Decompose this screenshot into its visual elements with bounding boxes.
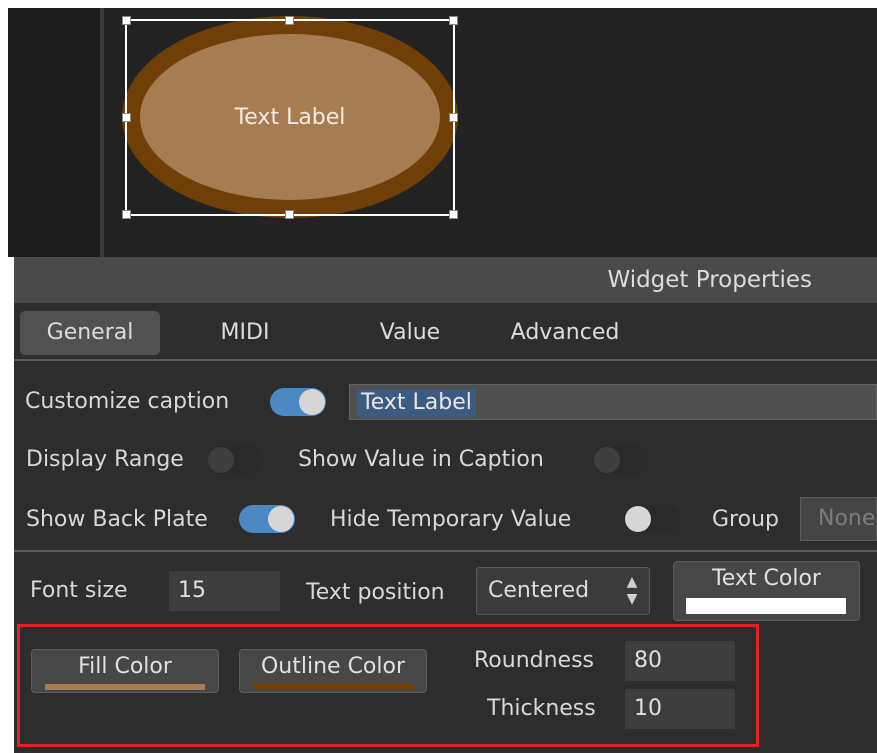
font-size-label: Font size	[30, 578, 128, 603]
resize-handle-top-left[interactable]	[122, 16, 131, 25]
hide-temporary-value-label: Hide Temporary Value	[330, 507, 572, 532]
text-position-label: Text position	[306, 580, 445, 605]
resize-handle-right[interactable]	[449, 113, 458, 122]
tab-advanced[interactable]: Advanced	[490, 311, 640, 355]
resize-handle-bottom[interactable]	[285, 210, 294, 219]
roundness-label: Roundness	[474, 648, 595, 673]
group-label: Group	[712, 507, 779, 532]
tab-midi[interactable]: MIDI	[190, 311, 300, 355]
toggle-knob	[594, 447, 620, 473]
outline-color-label: Outline Color	[260, 654, 406, 679]
resize-handle-bottom-left[interactable]	[122, 210, 131, 219]
customize-caption-label: Customize caption	[25, 389, 230, 414]
canvas-left-strip	[8, 8, 102, 257]
show-back-plate-label: Show Back Plate	[26, 507, 208, 532]
resize-handle-top-right[interactable]	[449, 16, 458, 25]
selection-box[interactable]	[125, 19, 455, 216]
fill-color-label: Fill Color	[78, 654, 172, 679]
roundness-input[interactable]: 80	[625, 641, 735, 681]
tabs-divider	[14, 359, 877, 361]
show-value-in-caption-label: Show Value in Caption	[298, 447, 544, 472]
show-value-in-caption-toggle[interactable]	[593, 446, 649, 474]
display-range-label: Display Range	[26, 447, 184, 472]
caption-input-value: Text Label	[357, 389, 476, 417]
customize-caption-toggle[interactable]	[270, 388, 326, 416]
font-size-input[interactable]: 15	[169, 571, 280, 611]
outline-color-swatch	[253, 684, 413, 690]
hide-temporary-value-toggle[interactable]	[624, 505, 680, 533]
text-color-swatch	[686, 598, 846, 614]
thickness-input[interactable]: 10	[625, 689, 735, 729]
resize-handle-top[interactable]	[285, 16, 294, 25]
text-position-value: Centered	[488, 578, 590, 603]
tab-value[interactable]: Value	[355, 311, 465, 355]
group-select-value: None	[818, 506, 876, 531]
section-divider	[14, 550, 877, 552]
panel-title: Widget Properties	[607, 267, 812, 293]
toggle-knob	[299, 389, 325, 415]
resize-handle-bottom-right[interactable]	[449, 210, 458, 219]
toggle-knob	[625, 506, 651, 532]
fill-color-swatch	[45, 684, 205, 690]
tab-general[interactable]: General	[20, 311, 160, 355]
toggle-knob	[208, 447, 234, 473]
show-back-plate-toggle[interactable]	[239, 505, 295, 533]
toggle-knob	[268, 506, 294, 532]
thickness-label: Thickness	[487, 696, 596, 721]
resize-handle-left[interactable]	[122, 113, 131, 122]
text-color-label: Text Color	[712, 566, 821, 591]
up-down-arrows-icon: ▲ ▼	[626, 574, 638, 607]
display-range-toggle[interactable]	[207, 446, 263, 474]
